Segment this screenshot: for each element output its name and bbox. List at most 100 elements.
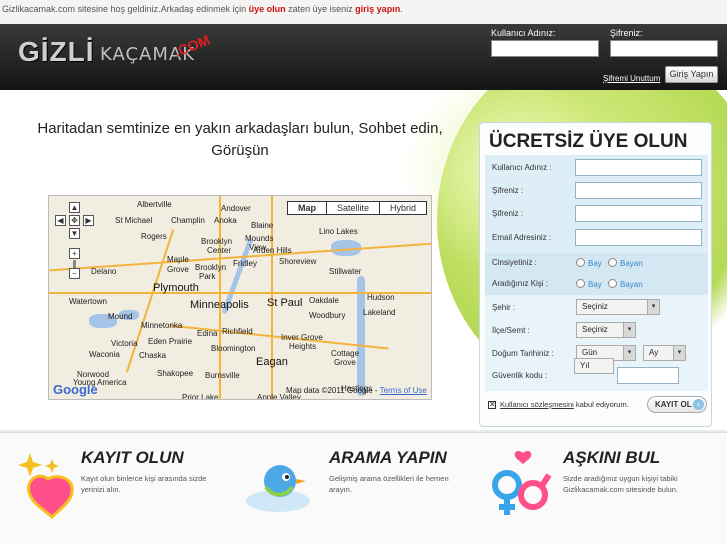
password-label: Şifreniz : <box>492 186 524 195</box>
register-button[interactable]: KAYIT OL › <box>647 396 707 413</box>
pan-down-icon[interactable]: ▼ <box>69 228 80 239</box>
map-place-label: Grove <box>167 265 189 274</box>
highway <box>219 196 221 399</box>
district-label: İlçe/Semt : <box>492 326 530 335</box>
seeking-male-label: Bay <box>588 280 602 289</box>
map-data-text: Map data ©2011 Google - <box>286 386 380 395</box>
pan-up-icon[interactable]: ▲ <box>69 202 80 213</box>
map-place-label: St Michael <box>115 216 153 225</box>
gender-male-label: Bay <box>588 259 602 268</box>
map-type-map[interactable]: Map <box>288 202 326 214</box>
city-select[interactable]: Seçiniz ▾ <box>576 299 660 315</box>
map-type-switch: Map Satellite Hybrid <box>286 201 427 215</box>
gender-symbols-icon <box>492 450 552 515</box>
map-place-label: Inver Grove <box>281 333 323 342</box>
birth-day-value: Gün <box>582 348 598 357</box>
login-link[interactable]: giriş yapın <box>355 4 400 14</box>
username-label: Kullanıcı Adınız : <box>492 163 552 172</box>
map-place-label: Plymouth <box>153 282 199 294</box>
password-input[interactable] <box>575 182 702 199</box>
map-place-label: Lakeland <box>363 308 396 317</box>
seeking-female-radio[interactable]: Bayan <box>608 279 643 289</box>
security-code-label: Güvenlik kodu : <box>492 371 548 380</box>
signup-link[interactable]: üye olun <box>249 4 286 14</box>
pan-right-icon[interactable]: ▶ <box>83 215 94 226</box>
pan-center-icon[interactable]: ✥ <box>69 215 80 226</box>
map-place-label: Richfield <box>222 327 253 336</box>
security-code-input[interactable] <box>617 367 679 384</box>
map-place-label: Grove <box>334 358 356 367</box>
features-section: KAYIT OLUN Kayıt olun binlerce kişi aras… <box>0 432 727 545</box>
welcome-site: Gizlikacamak.com <box>2 4 76 14</box>
signup-title: ÜCRETSİZ ÜYE OLUN <box>489 131 688 152</box>
google-map[interactable]: Albertville Andover St Michael Champlin Anok… <box>48 195 432 400</box>
map-place-label: Shakopee <box>157 369 194 378</box>
login-button[interactable]: Giriş Yapın <box>665 66 718 83</box>
map-place-label: Waconia <box>89 350 120 359</box>
map-attribution: Map data ©2011 Google - Terms of Use <box>286 386 427 395</box>
map-place-label: Anoka <box>214 216 237 225</box>
welcome-text: sitesine hoş geldiniz.Arkadaş edinmek iç… <box>75 4 249 14</box>
gender-female-radio[interactable]: Bayan <box>608 258 643 268</box>
district-select[interactable]: Seçiniz ▾ <box>576 322 636 338</box>
pan-left-icon[interactable]: ◀ <box>55 215 66 226</box>
map-place-label: Mound <box>108 312 133 321</box>
login-username-label: Kullanıcı Adınız: <box>491 28 556 38</box>
chevron-down-icon: ▾ <box>623 323 635 337</box>
zoom-slider[interactable] <box>73 260 76 268</box>
feature-register-title: KAYIT OLUN <box>81 448 184 467</box>
zoom-out-icon[interactable]: − <box>69 268 80 279</box>
seeking-male-radio[interactable]: Bay <box>576 279 602 289</box>
feature-register: KAYIT OLUN Kayıt olun binlerce kişi aras… <box>0 433 240 545</box>
map-place-label: Brooklyn <box>201 237 233 246</box>
map-place-label: Maple <box>167 255 189 264</box>
zoom-in-icon[interactable]: + <box>69 248 80 259</box>
signup-panel: ÜCRETSİZ ÜYE OLUN Kullanıcı Adınız : Şif… <box>479 122 712 427</box>
map-place-label: Mounds <box>245 234 274 243</box>
map-place-label: Albertville <box>137 200 172 209</box>
feature-search-title: ARAMA YAPIN <box>329 448 447 467</box>
city-label: Şehir : <box>492 303 516 312</box>
gender-label: Cinsiyetiniz : <box>492 258 537 267</box>
terms-text: kabul ediyorum. <box>573 400 629 409</box>
main-area: Haritadan semtinize en yakın arkadaşları… <box>0 90 727 430</box>
map-place-label: Andover <box>221 204 251 213</box>
map-place-label: Oakdale <box>309 296 339 305</box>
terms-link[interactable]: Kullanıcı sözleşmesini <box>500 400 574 409</box>
register-button-label: KAYIT OL <box>655 400 692 409</box>
map-place-label: Cottage <box>331 349 360 358</box>
birth-year-select[interactable]: Yıl <box>574 358 614 374</box>
district-select-value: Seçiniz <box>582 325 608 334</box>
map-place-label: Lino Lakes <box>319 227 358 236</box>
site-header: GİZLİ KAÇAMAK .COM Kullanıcı Adınız: Şif… <box>0 24 727 90</box>
map-place-label: Brooklyn <box>195 263 227 272</box>
terms-checkbox[interactable]: ✕ <box>488 401 496 409</box>
chevron-down-icon: ▾ <box>623 346 635 360</box>
username-input[interactable] <box>575 159 702 176</box>
feature-love-title: AŞKINI BUL <box>563 448 661 467</box>
birth-month-select[interactable]: Ay ▾ <box>643 345 686 361</box>
login-password-input[interactable] <box>610 40 718 57</box>
map-type-hybrid[interactable]: Hybrid <box>378 202 426 214</box>
email-input[interactable] <box>575 229 702 246</box>
map-place-label: Edina <box>197 329 218 338</box>
feature-find-love: AŞKINI BUL Sizde aradığınız uygun kişiyi… <box>485 433 727 545</box>
map-place-label: Arden Hills <box>253 246 292 255</box>
login-password-label: Şifreniz: <box>610 28 643 38</box>
map-type-satellite[interactable]: Satellite <box>325 202 379 214</box>
map-place-label: Stillwater <box>329 267 362 276</box>
sparkle-heart-icon <box>18 453 74 520</box>
forgot-password-link[interactable]: Şifremi Unuttum <box>603 74 660 83</box>
login-username-input[interactable] <box>491 40 599 57</box>
map-place-label: Fridley <box>233 259 258 268</box>
feature-search-desc: Gelişmiş arama özellikleri ile hemen ara… <box>329 474 449 494</box>
map-place-label: Center <box>207 246 232 255</box>
password-confirm-input[interactable] <box>575 205 702 222</box>
gender-male-radio[interactable]: Bay <box>576 258 602 268</box>
terms-of-use-link[interactable]: Terms of Use <box>380 386 427 395</box>
welcome-text-end: . <box>400 4 403 14</box>
city-select-value: Seçiniz <box>582 302 608 311</box>
site-logo[interactable]: GİZLİ KAÇAMAK .COM <box>18 31 228 82</box>
map-place-label: Delano <box>91 267 117 276</box>
logo-gizli: GİZLİ <box>18 36 95 67</box>
